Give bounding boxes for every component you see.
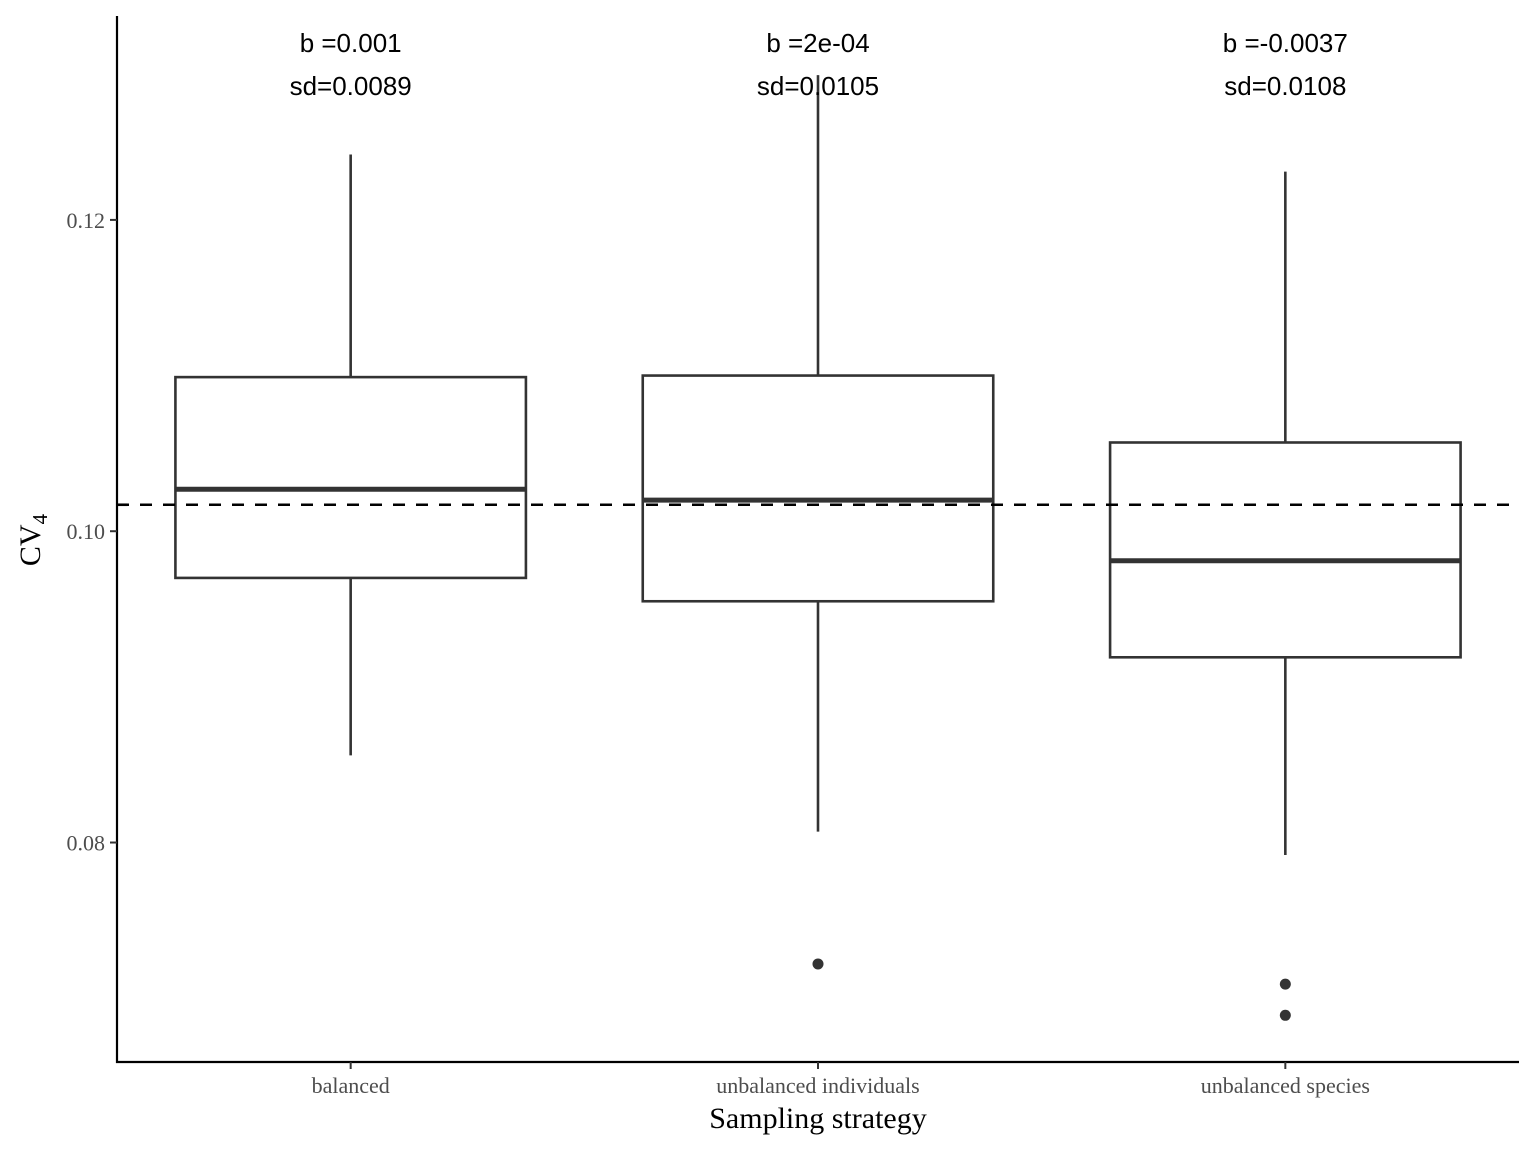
x-axis-title: Sampling strategy (709, 1102, 926, 1135)
sd-annotation: sd=0.0108 (1224, 71, 1346, 101)
box-group-1 (641, 75, 995, 970)
b-annotation: b =2e-04 (766, 28, 869, 58)
svg-text:CV4: CV4 (14, 513, 52, 566)
iqr-box (641, 374, 995, 603)
b-annotation: b =-0.0037 (1223, 28, 1348, 58)
y-tick-label: 0.10 (67, 519, 106, 544)
y-axis-title-subscript: 4 (28, 513, 52, 524)
b-annotation: b =0.001 (300, 28, 402, 58)
boxplot-chart: b =0.001 sd=0.0089 b =2e-04 sd=0.0105 b =-0.… (14, 16, 1519, 1135)
outlier-point (812, 958, 824, 970)
x-tick-label: balanced (312, 1073, 390, 1098)
y-axis-title-main: CV (14, 524, 47, 566)
box-group-0 (174, 154, 528, 756)
boxes-layer (174, 75, 1462, 1021)
x-tick-label: unbalanced individuals (716, 1073, 919, 1098)
y-tick-label: 0.12 (67, 208, 106, 233)
iqr-box (1108, 441, 1462, 659)
box-group-2 (1108, 171, 1462, 1021)
sd-annotation: sd=0.0089 (290, 71, 412, 101)
annotations-layer: b =0.001 sd=0.0089 b =2e-04 sd=0.0105 b =-0.… (290, 28, 1348, 101)
y-axis-title: CV4 (14, 513, 52, 566)
x-tick-label: unbalanced species (1201, 1073, 1370, 1098)
outlier-point (1279, 1009, 1291, 1021)
y-tick-label: 0.08 (67, 831, 106, 856)
iqr-box (174, 375, 528, 580)
sd-annotation: sd=0.0105 (757, 71, 879, 101)
outlier-point (1279, 978, 1291, 990)
